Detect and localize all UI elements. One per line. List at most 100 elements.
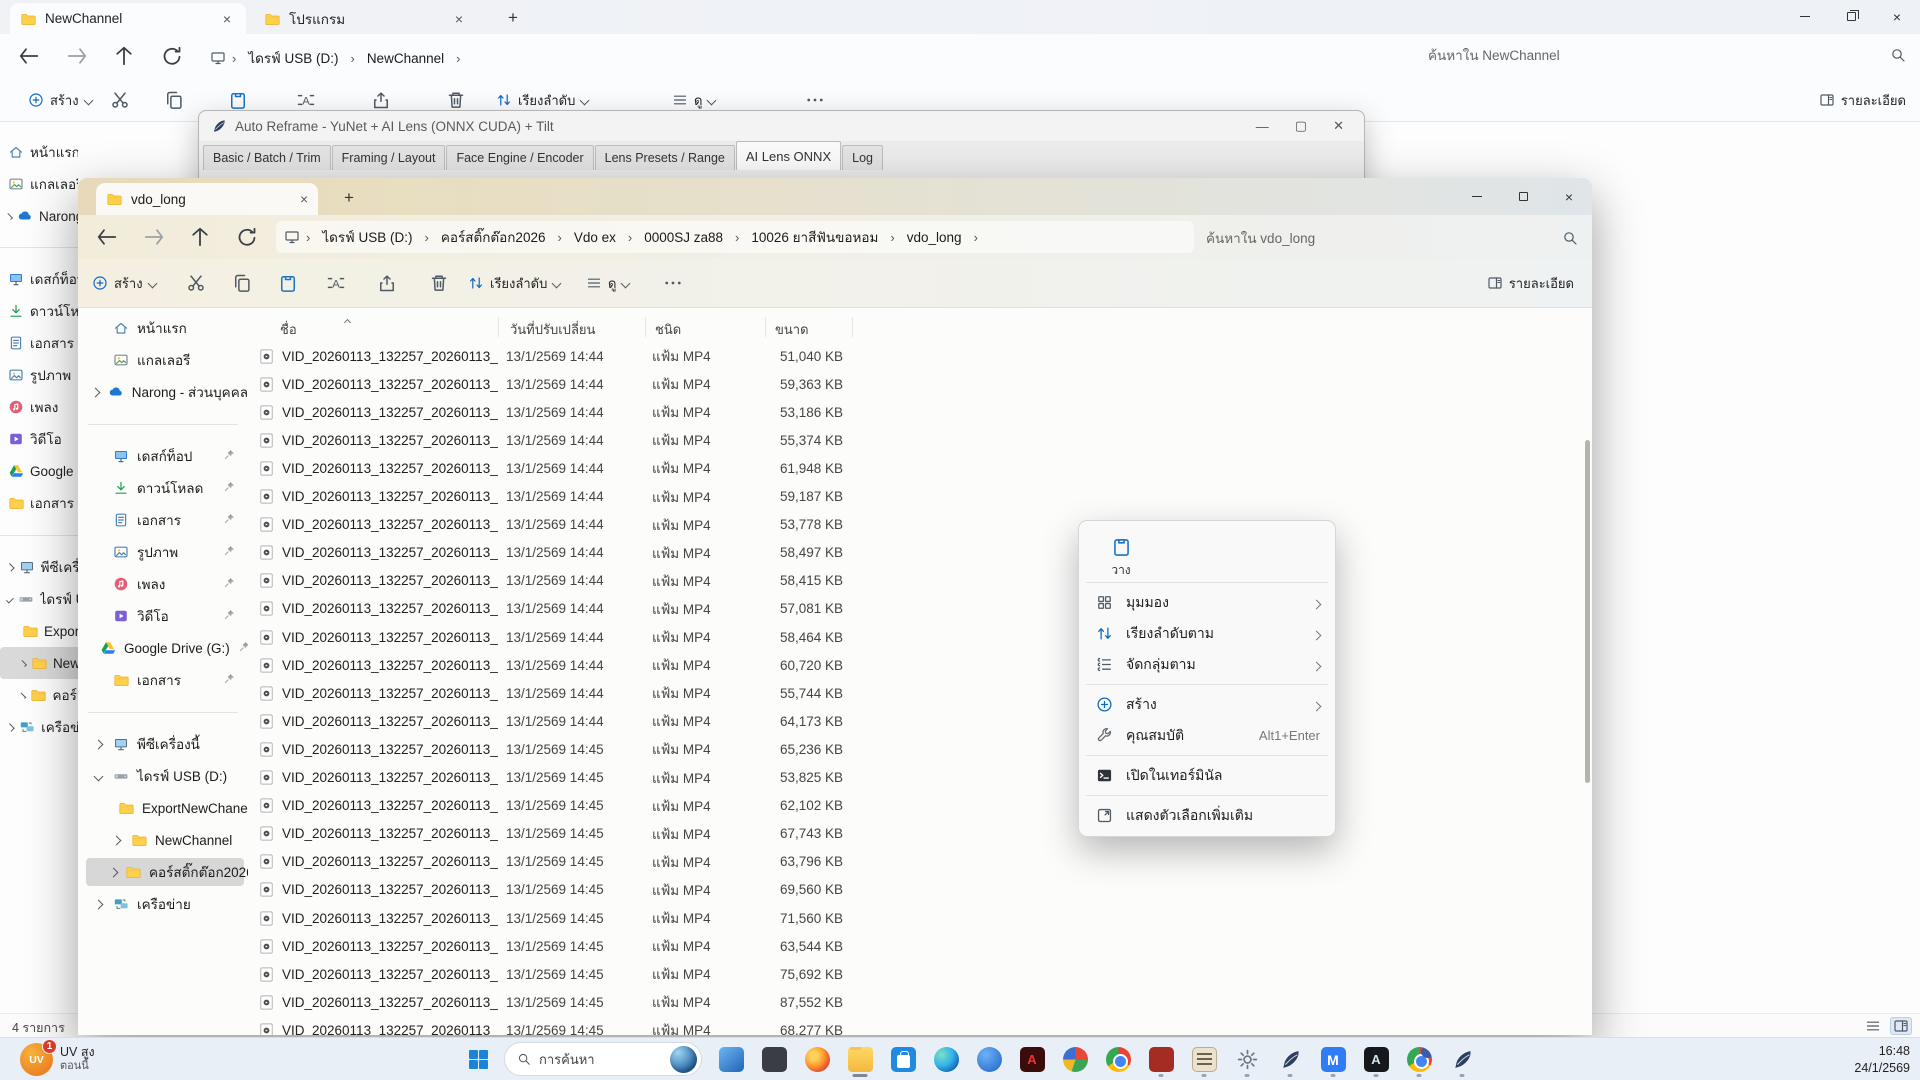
file-row[interactable]: VID_20260113_132257_20260113_132919_9...…: [248, 1016, 1586, 1035]
file-row[interactable]: VID_20260113_132257_20260113_132919_9...…: [248, 567, 1586, 595]
maximize-button[interactable]: [1500, 180, 1546, 213]
column-name[interactable]: ชื่อ: [280, 319, 297, 340]
minimize-button[interactable]: [1782, 0, 1828, 33]
file-row[interactable]: VID_20260113_132257_20260113_132919_9...…: [248, 876, 1586, 904]
taskbar-app-messenger-app[interactable]: M: [1314, 1041, 1352, 1078]
taskbar-app-python-app[interactable]: [1271, 1041, 1309, 1078]
chevron-right-icon[interactable]: [20, 692, 27, 699]
share-icon[interactable]: [371, 90, 391, 110]
delete-icon[interactable]: [446, 90, 466, 110]
menu-item-จัดกลุ่มตาม[interactable]: จัดกลุ่มตาม: [1084, 649, 1330, 680]
tab-vdo-long[interactable]: vdo_long ×: [96, 183, 318, 215]
sidebar-item-คอร์สติ๊กต๊อก2026[interactable]: คอร์สติ๊กต๊อก2026: [0, 679, 78, 711]
chevron-right-icon[interactable]: [1312, 701, 1322, 711]
chevron-right-icon[interactable]: [6, 563, 14, 571]
sidebar-item-newchannel[interactable]: NewChannel: [0, 647, 78, 679]
sidebar-item-คอร์สติ๊กต๊อก2026[interactable]: คอร์สติ๊กต๊อก2026: [78, 856, 248, 888]
search-icon[interactable]: [1890, 47, 1906, 63]
sidebar-item-แกลเลอรี[interactable]: แกลเลอรี: [0, 168, 78, 200]
details-pane-button[interactable]: รายละเอียด: [1819, 86, 1906, 114]
sort-button[interactable]: เรียงลำดับ: [468, 269, 560, 297]
minimize-button[interactable]: —: [1256, 119, 1269, 134]
breadcrumb-item[interactable]: 10026 ยาสีฟันขอหอม: [745, 223, 884, 251]
sidebar-item-เอกสาร[interactable]: เอกสาร: [78, 664, 248, 696]
taskbar-search[interactable]: การค้นหา: [504, 1042, 702, 1076]
new-button[interactable]: สร้าง: [92, 269, 156, 297]
tab-close-icon[interactable]: ×: [218, 11, 236, 27]
taskbar-app-python-app-2[interactable]: [1443, 1041, 1481, 1078]
close-button[interactable]: ×: [1546, 180, 1592, 213]
sidebar-item-google-drive-g-[interactable]: Google Drive (G:): [0, 455, 78, 487]
share-icon[interactable]: [377, 273, 397, 293]
sidebar-item-ดาวน์โหลด[interactable]: ดาวน์โหลด: [78, 472, 248, 504]
search-input[interactable]: ค้นหาใน vdo_long: [1206, 227, 1578, 249]
file-row[interactable]: VID_20260113_132257_20260113_132919_9...…: [248, 932, 1586, 960]
file-row[interactable]: VID_20260113_132257_20260113_132919_9...…: [248, 707, 1586, 735]
taskbar-app-acrobat-app[interactable]: [1013, 1041, 1051, 1078]
maximize-button[interactable]: ▢: [1295, 118, 1307, 134]
menu-item-เรียงลำดับตาม[interactable]: เรียงลำดับตาม: [1084, 618, 1330, 649]
sidebar-item-เพลง[interactable]: เพลง: [78, 568, 248, 600]
tab-close-icon[interactable]: ×: [450, 11, 468, 27]
rf-tab-lens-presets-range[interactable]: Lens Presets / Range: [595, 145, 735, 170]
paste-icon[interactable]: [278, 273, 298, 293]
menu-item-แสดงตัวเลือกเพิ่มเติม[interactable]: แสดงตัวเลือกเพิ่มเติม: [1084, 800, 1330, 831]
sidebar-item-วิดีโอ[interactable]: วิดีโอ: [78, 600, 248, 632]
rf-tab-basic-batch-trim[interactable]: Basic / Batch / Trim: [203, 145, 331, 170]
breadcrumb-item[interactable]: ไดรฟ์ USB (D:): [242, 44, 344, 72]
forward-icon[interactable]: [142, 225, 166, 249]
sidebar-item-ไดรฟ์-usb-d-[interactable]: ไดรฟ์ USB (D:): [0, 583, 78, 615]
delete-icon[interactable]: [429, 273, 449, 293]
taskbar-app-color-wheel-app[interactable]: [1056, 1041, 1094, 1078]
file-row[interactable]: VID_20260113_132257_20260113_132919_9...…: [248, 398, 1586, 426]
paste-button[interactable]: วาง: [1098, 532, 1144, 584]
back-icon[interactable]: [95, 225, 119, 249]
start-button[interactable]: [460, 1041, 497, 1078]
chevron-right-icon[interactable]: [6, 212, 13, 219]
rf-tab-log[interactable]: Log: [842, 145, 883, 170]
taskbar-app-red-app[interactable]: [1142, 1041, 1180, 1078]
sidebar-item-เครือข่าย[interactable]: เครือข่าย: [0, 711, 78, 743]
file-row[interactable]: VID_20260113_132257_20260113_132919_9...…: [248, 539, 1586, 567]
restore-button[interactable]: [1828, 0, 1874, 33]
file-row[interactable]: VID_20260113_132257_20260113_132919_9...…: [248, 595, 1586, 623]
taskbar-app-microsoft-store[interactable]: [884, 1041, 922, 1078]
rf-tab-framing-layout[interactable]: Framing / Layout: [332, 145, 446, 170]
sidebar-item-พีซีเครื่องนี้[interactable]: พีซีเครื่องนี้: [0, 551, 78, 583]
breadcrumb-item[interactable]: Vdo ex: [568, 227, 622, 248]
rf-tab-face-engine-encoder[interactable]: Face Engine / Encoder: [446, 145, 593, 170]
chevron-right-icon[interactable]: [1312, 599, 1322, 609]
file-row[interactable]: VID_20260113_132257_20260113_132919_9...…: [248, 988, 1586, 1016]
up-icon[interactable]: [112, 44, 136, 68]
sidebar-item-เอกสาร[interactable]: เอกสาร: [0, 327, 78, 359]
sidebar-item-วิดีโอ[interactable]: วิดีโอ: [0, 423, 78, 455]
menu-item-คุณสมบัติ[interactable]: คุณสมบัติAlt1+Enter: [1084, 720, 1330, 751]
cut-icon[interactable]: [186, 273, 206, 293]
file-row[interactable]: VID_20260113_132257_20260113_132919_9...…: [248, 960, 1586, 988]
column-date[interactable]: วันที่ปรับเปลี่ยน: [510, 319, 595, 340]
chevron-right-icon[interactable]: [94, 899, 104, 909]
more-options-icon[interactable]: [805, 90, 825, 110]
file-row[interactable]: VID_20260113_132257_20260113_132919_9...…: [248, 454, 1586, 482]
sidebar-item-exportnewchanel[interactable]: ExportNewChanel: [0, 615, 78, 647]
file-row[interactable]: VID_20260113_132257_20260113_132919_9...…: [248, 483, 1586, 511]
more-options-icon[interactable]: [663, 273, 683, 293]
rf-tab-ai-lens-onnx[interactable]: AI Lens ONNX: [736, 141, 841, 170]
auto-reframe-title-bar[interactable]: Auto Reframe - YuNet + AI Lens (ONNX CUD…: [199, 111, 1364, 141]
column-size[interactable]: ขนาด: [775, 319, 809, 340]
rename-icon[interactable]: A: [326, 273, 346, 293]
breadcrumb-item[interactable]: vdo_long: [901, 227, 968, 248]
column-type[interactable]: ชนิด: [655, 319, 681, 340]
sidebar-item-google-drive-g-[interactable]: Google Drive (G:): [78, 632, 248, 664]
chevron-right-icon[interactable]: [1312, 661, 1322, 671]
file-row[interactable]: VID_20260113_132257_20260113_132919_9...…: [248, 651, 1586, 679]
new-tab-button[interactable]: +: [336, 186, 362, 210]
cut-icon[interactable]: [110, 90, 130, 110]
file-row[interactable]: VID_20260113_132257_20260113_132919_9...…: [248, 764, 1586, 792]
sidebar-item-รูปภาพ[interactable]: รูปภาพ: [78, 536, 248, 568]
minimize-button[interactable]: [1454, 180, 1500, 213]
file-row[interactable]: VID_20260113_132257_20260113_132919_9...…: [248, 342, 1586, 370]
close-button[interactable]: ✕: [1333, 118, 1344, 134]
chevron-down-icon[interactable]: [94, 771, 104, 781]
file-row[interactable]: VID_20260113_132257_20260113_132919_9...…: [248, 679, 1586, 707]
